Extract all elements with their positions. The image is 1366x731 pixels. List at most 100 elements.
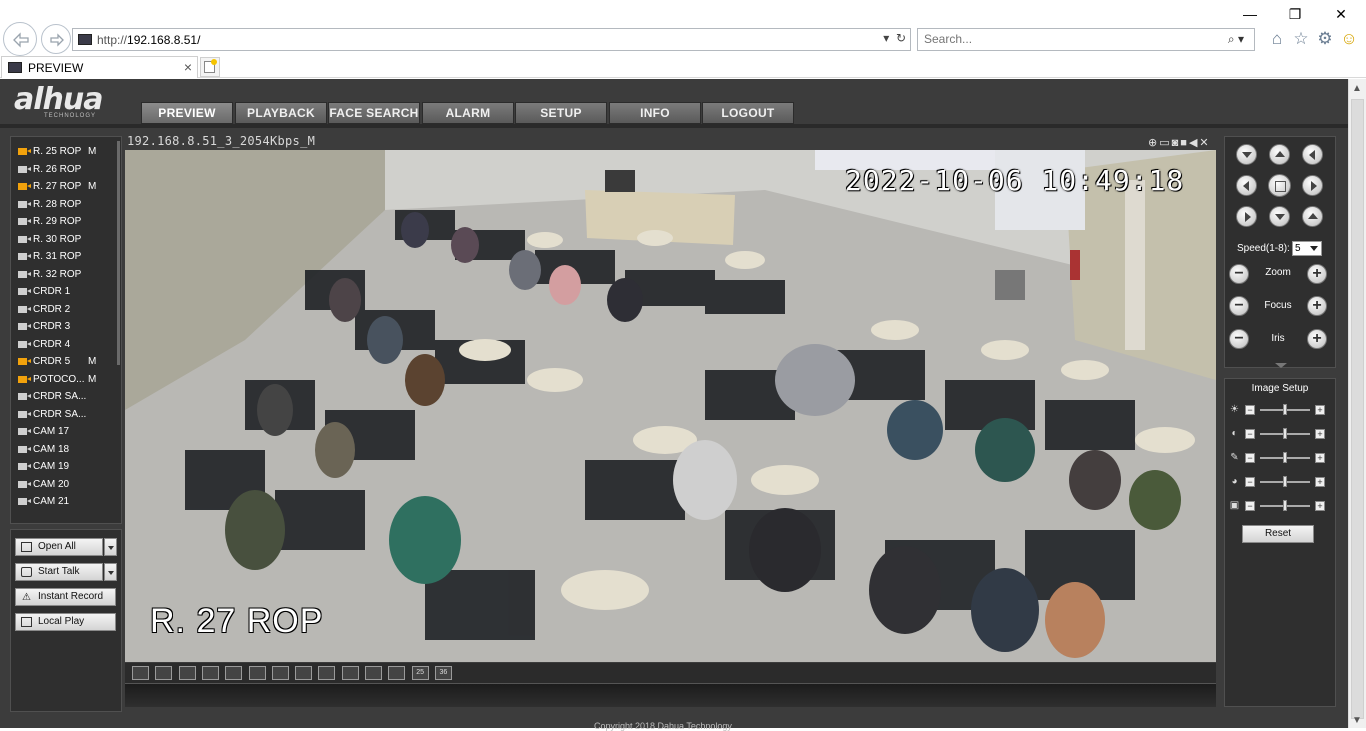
- layout-8-icon[interactable]: [295, 666, 313, 680]
- search-box[interactable]: ⌕ ▾: [917, 28, 1255, 51]
- hue-plus-button[interactable]: +: [1315, 477, 1325, 487]
- full-screen-icon[interactable]: [132, 666, 149, 680]
- focus-minus-button[interactable]: −: [1229, 296, 1249, 316]
- nav-tab-preview[interactable]: PREVIEW: [141, 102, 233, 124]
- camera-icon[interactable]: [18, 445, 31, 453]
- restore-icon[interactable]: ❐: [1285, 4, 1305, 24]
- gain-plus-button[interactable]: +: [1315, 501, 1325, 511]
- open-all-dropdown[interactable]: [104, 538, 117, 556]
- ptz-up-right-button[interactable]: [1302, 144, 1323, 165]
- channel-item[interactable]: R. 32 ROP: [11, 266, 116, 284]
- layout-16-icon[interactable]: [365, 666, 382, 680]
- ptz-speed-select[interactable]: 5: [1292, 241, 1322, 256]
- camera-icon[interactable]: [18, 428, 31, 435]
- address-tools[interactable]: ▾ ↻: [883, 31, 906, 45]
- local-play-button[interactable]: Local Play: [15, 613, 116, 631]
- search-icon[interactable]: ⌕ ▾: [1228, 32, 1244, 47]
- camera-icon[interactable]: [18, 218, 31, 225]
- layout-9-icon[interactable]: [318, 666, 336, 680]
- layout-20-icon[interactable]: [388, 666, 406, 680]
- channel-item[interactable]: CRDR SA...: [11, 388, 116, 406]
- ptz-down-button[interactable]: [1269, 206, 1290, 227]
- nav-tab-logout[interactable]: LOGOUT: [702, 102, 794, 124]
- favorites-star-icon[interactable]: ☆: [1291, 29, 1311, 49]
- contrast-slider-knob[interactable]: [1283, 428, 1287, 439]
- ptz-down-left-corner-button[interactable]: [1236, 206, 1257, 227]
- camera-icon[interactable]: [18, 480, 31, 488]
- camera-icon[interactable]: [18, 183, 31, 190]
- channel-item[interactable]: CRDR 3: [11, 318, 116, 336]
- camera-icon[interactable]: [18, 253, 31, 260]
- gain-slider-knob[interactable]: [1283, 500, 1287, 511]
- camera-icon[interactable]: [18, 358, 31, 365]
- forward-button[interactable]: [41, 24, 71, 54]
- tab-close-icon[interactable]: ×: [184, 59, 192, 75]
- camera-icon[interactable]: [18, 498, 31, 505]
- layout-6-icon[interactable]: [271, 666, 289, 680]
- nav-tab-setup[interactable]: SETUP: [515, 102, 607, 124]
- open-all-button[interactable]: Open All: [15, 538, 103, 556]
- channel-item[interactable]: CAM 21: [11, 493, 116, 511]
- saturation-minus-button[interactable]: −: [1245, 453, 1255, 463]
- hue-slider-knob[interactable]: [1283, 476, 1287, 487]
- channel-item[interactable]: CRDR SA...: [11, 406, 116, 424]
- start-talk-button[interactable]: Start Talk: [15, 563, 103, 581]
- channel-item[interactable]: CRDR 4: [11, 336, 116, 354]
- camera-icon[interactable]: [18, 165, 31, 173]
- saturation-plus-button[interactable]: +: [1315, 453, 1325, 463]
- channel-item[interactable]: R. 30 ROP: [11, 231, 116, 249]
- nav-tab-face-search[interactable]: FACE SEARCH: [328, 102, 420, 124]
- channel-item[interactable]: CRDR 5 M: [11, 353, 116, 371]
- close-window-icon[interactable]: ✕: [1331, 4, 1351, 24]
- wide-icon[interactable]: [201, 666, 219, 680]
- hue-minus-button[interactable]: −: [1245, 477, 1255, 487]
- page-scrollbar[interactable]: ▲ ▼: [1348, 79, 1366, 728]
- digital-zoom-icon[interactable]: ⊕: [1148, 137, 1159, 149]
- scroll-up-arrow-icon[interactable]: ▲: [1352, 83, 1362, 94]
- gain-minus-button[interactable]: −: [1245, 501, 1255, 511]
- channel-item[interactable]: CAM 18: [11, 441, 116, 459]
- brightness-slider-knob[interactable]: [1283, 404, 1287, 415]
- record-icon[interactable]: ■: [1180, 137, 1189, 149]
- browser-tab-preview[interactable]: PREVIEW ×: [1, 56, 198, 78]
- ptz-left-button[interactable]: [1236, 175, 1257, 196]
- saturation-slider-knob[interactable]: [1283, 452, 1287, 463]
- channel-item[interactable]: R. 31 ROP: [11, 248, 116, 266]
- reset-button[interactable]: Reset: [1242, 525, 1314, 543]
- ptz-up-button[interactable]: [1269, 144, 1290, 165]
- iris-minus-button[interactable]: −: [1229, 329, 1249, 349]
- brightness-minus-button[interactable]: −: [1245, 405, 1255, 415]
- camera-icon[interactable]: [18, 270, 31, 278]
- new-tab-button[interactable]: [200, 57, 220, 77]
- contrast-plus-button[interactable]: +: [1315, 429, 1325, 439]
- instant-record-button[interactable]: ⚠ Instant Record: [15, 588, 116, 606]
- camera-icon[interactable]: [18, 393, 31, 400]
- nav-tab-info[interactable]: INFO: [609, 102, 701, 124]
- camera-icon[interactable]: [18, 410, 31, 418]
- channel-item[interactable]: CRDR 2: [11, 301, 116, 319]
- zoom-in-button[interactable]: +: [1307, 264, 1327, 284]
- camera-icon[interactable]: [18, 463, 31, 470]
- camera-icon[interactable]: [18, 235, 31, 243]
- camera-icon[interactable]: [18, 323, 31, 330]
- ptz-collapse-arrow-icon[interactable]: [1275, 363, 1287, 368]
- fit-screen-icon[interactable]: [155, 666, 173, 680]
- camera-icon[interactable]: [18, 340, 31, 348]
- search-input[interactable]: [924, 32, 1204, 46]
- refresh-icon[interactable]: ↻: [896, 31, 906, 45]
- zoom-out-button[interactable]: −: [1229, 264, 1249, 284]
- channel-item[interactable]: R. 25 ROP M: [11, 143, 116, 161]
- audio-icon[interactable]: ◀: [1189, 137, 1199, 149]
- channel-item[interactable]: R. 29 ROP: [11, 213, 116, 231]
- layout-4-icon[interactable]: [248, 666, 266, 680]
- address-bar[interactable]: http://192.168.8.51/ ▾ ↻: [72, 28, 911, 51]
- channel-item[interactable]: CRDR 1: [11, 283, 116, 301]
- channel-item[interactable]: CAM 19: [11, 458, 116, 476]
- focus-plus-button[interactable]: +: [1307, 296, 1327, 316]
- scroll-down-arrow-icon[interactable]: ▼: [1352, 715, 1362, 726]
- channel-item[interactable]: R. 28 ROP: [11, 196, 116, 214]
- nav-tab-playback[interactable]: PLAYBACK: [235, 102, 327, 124]
- layout-13-icon[interactable]: [341, 666, 359, 680]
- channel-list-scrollbar[interactable]: [117, 141, 120, 365]
- channel-item[interactable]: R. 27 ROP M: [11, 178, 116, 196]
